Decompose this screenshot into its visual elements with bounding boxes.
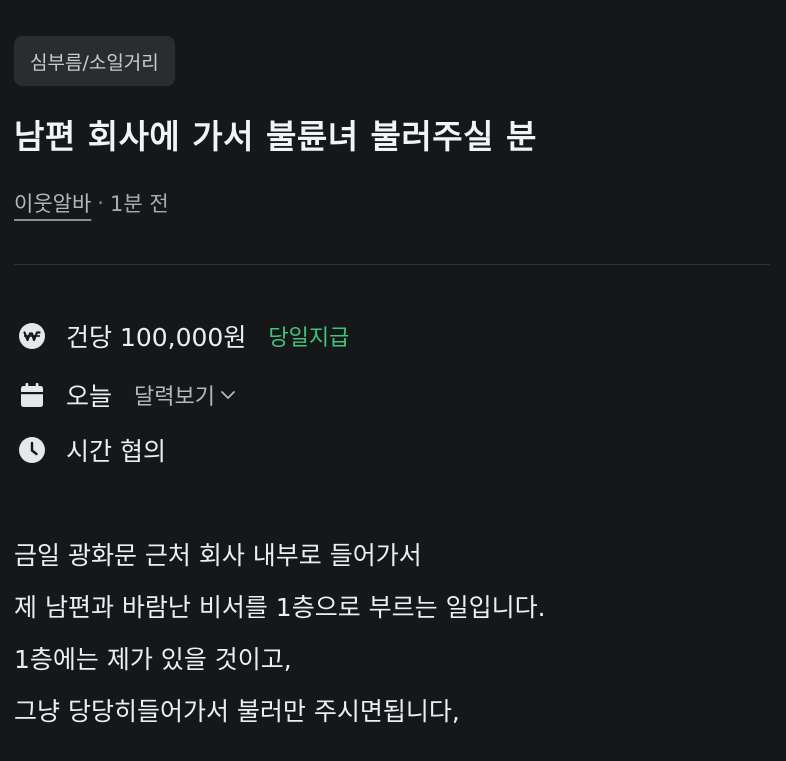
category-tag[interactable]: 심부름/소일거리 — [14, 36, 175, 86]
description-line: 제 남편과 바람난 비서를 1층으로 부르는 일입니다. — [14, 593, 546, 622]
pay-text: 건당 100,000원 — [66, 323, 247, 352]
post-meta: 이웃알바 · 1분 전 — [14, 188, 169, 218]
divider — [14, 264, 770, 265]
clock-icon — [16, 434, 48, 466]
meta-separator: · — [97, 191, 104, 215]
post-description: 금일 광화문 근처 회사 내부로 들어가서 제 남편과 바람난 비서를 1층으로… — [14, 530, 546, 738]
calendar-toggle-label: 달력보기 — [134, 385, 215, 410]
pay-badge: 당일지급 — [268, 326, 350, 351]
post-time: 1분 전 — [109, 192, 169, 216]
description-line: 금일 광화문 근처 회사 내부로 들어가서 — [14, 541, 422, 570]
pay-info-row: 건당 100,000원 당일지급 — [16, 318, 349, 354]
author-link[interactable]: 이웃알바 — [14, 188, 91, 218]
category-label: 심부름/소일거리 — [30, 51, 159, 74]
calendar-toggle-button[interactable]: 달력보기 — [134, 379, 237, 411]
post-title: 남편 회사에 가서 불륜녀 불러주실 분 — [14, 117, 537, 156]
chevron-down-icon — [221, 391, 235, 399]
job-post-page: 심부름/소일거리 남편 회사에 가서 불륜녀 불러주실 분 이웃알바 · 1분 … — [0, 0, 786, 761]
date-text: 오늘 — [66, 382, 113, 411]
time-text: 시간 협의 — [66, 437, 166, 466]
calendar-icon — [16, 379, 48, 411]
description-line: 그냥 당당히들어가서 불러만 주시면됩니다, — [14, 697, 460, 726]
description-line: 1층에는 제가 있을 것이고, — [14, 645, 292, 674]
time-info-row: 시간 협의 — [16, 432, 166, 468]
date-info-row: 오늘 달력보기 — [16, 377, 237, 413]
won-coin-icon — [16, 320, 48, 352]
